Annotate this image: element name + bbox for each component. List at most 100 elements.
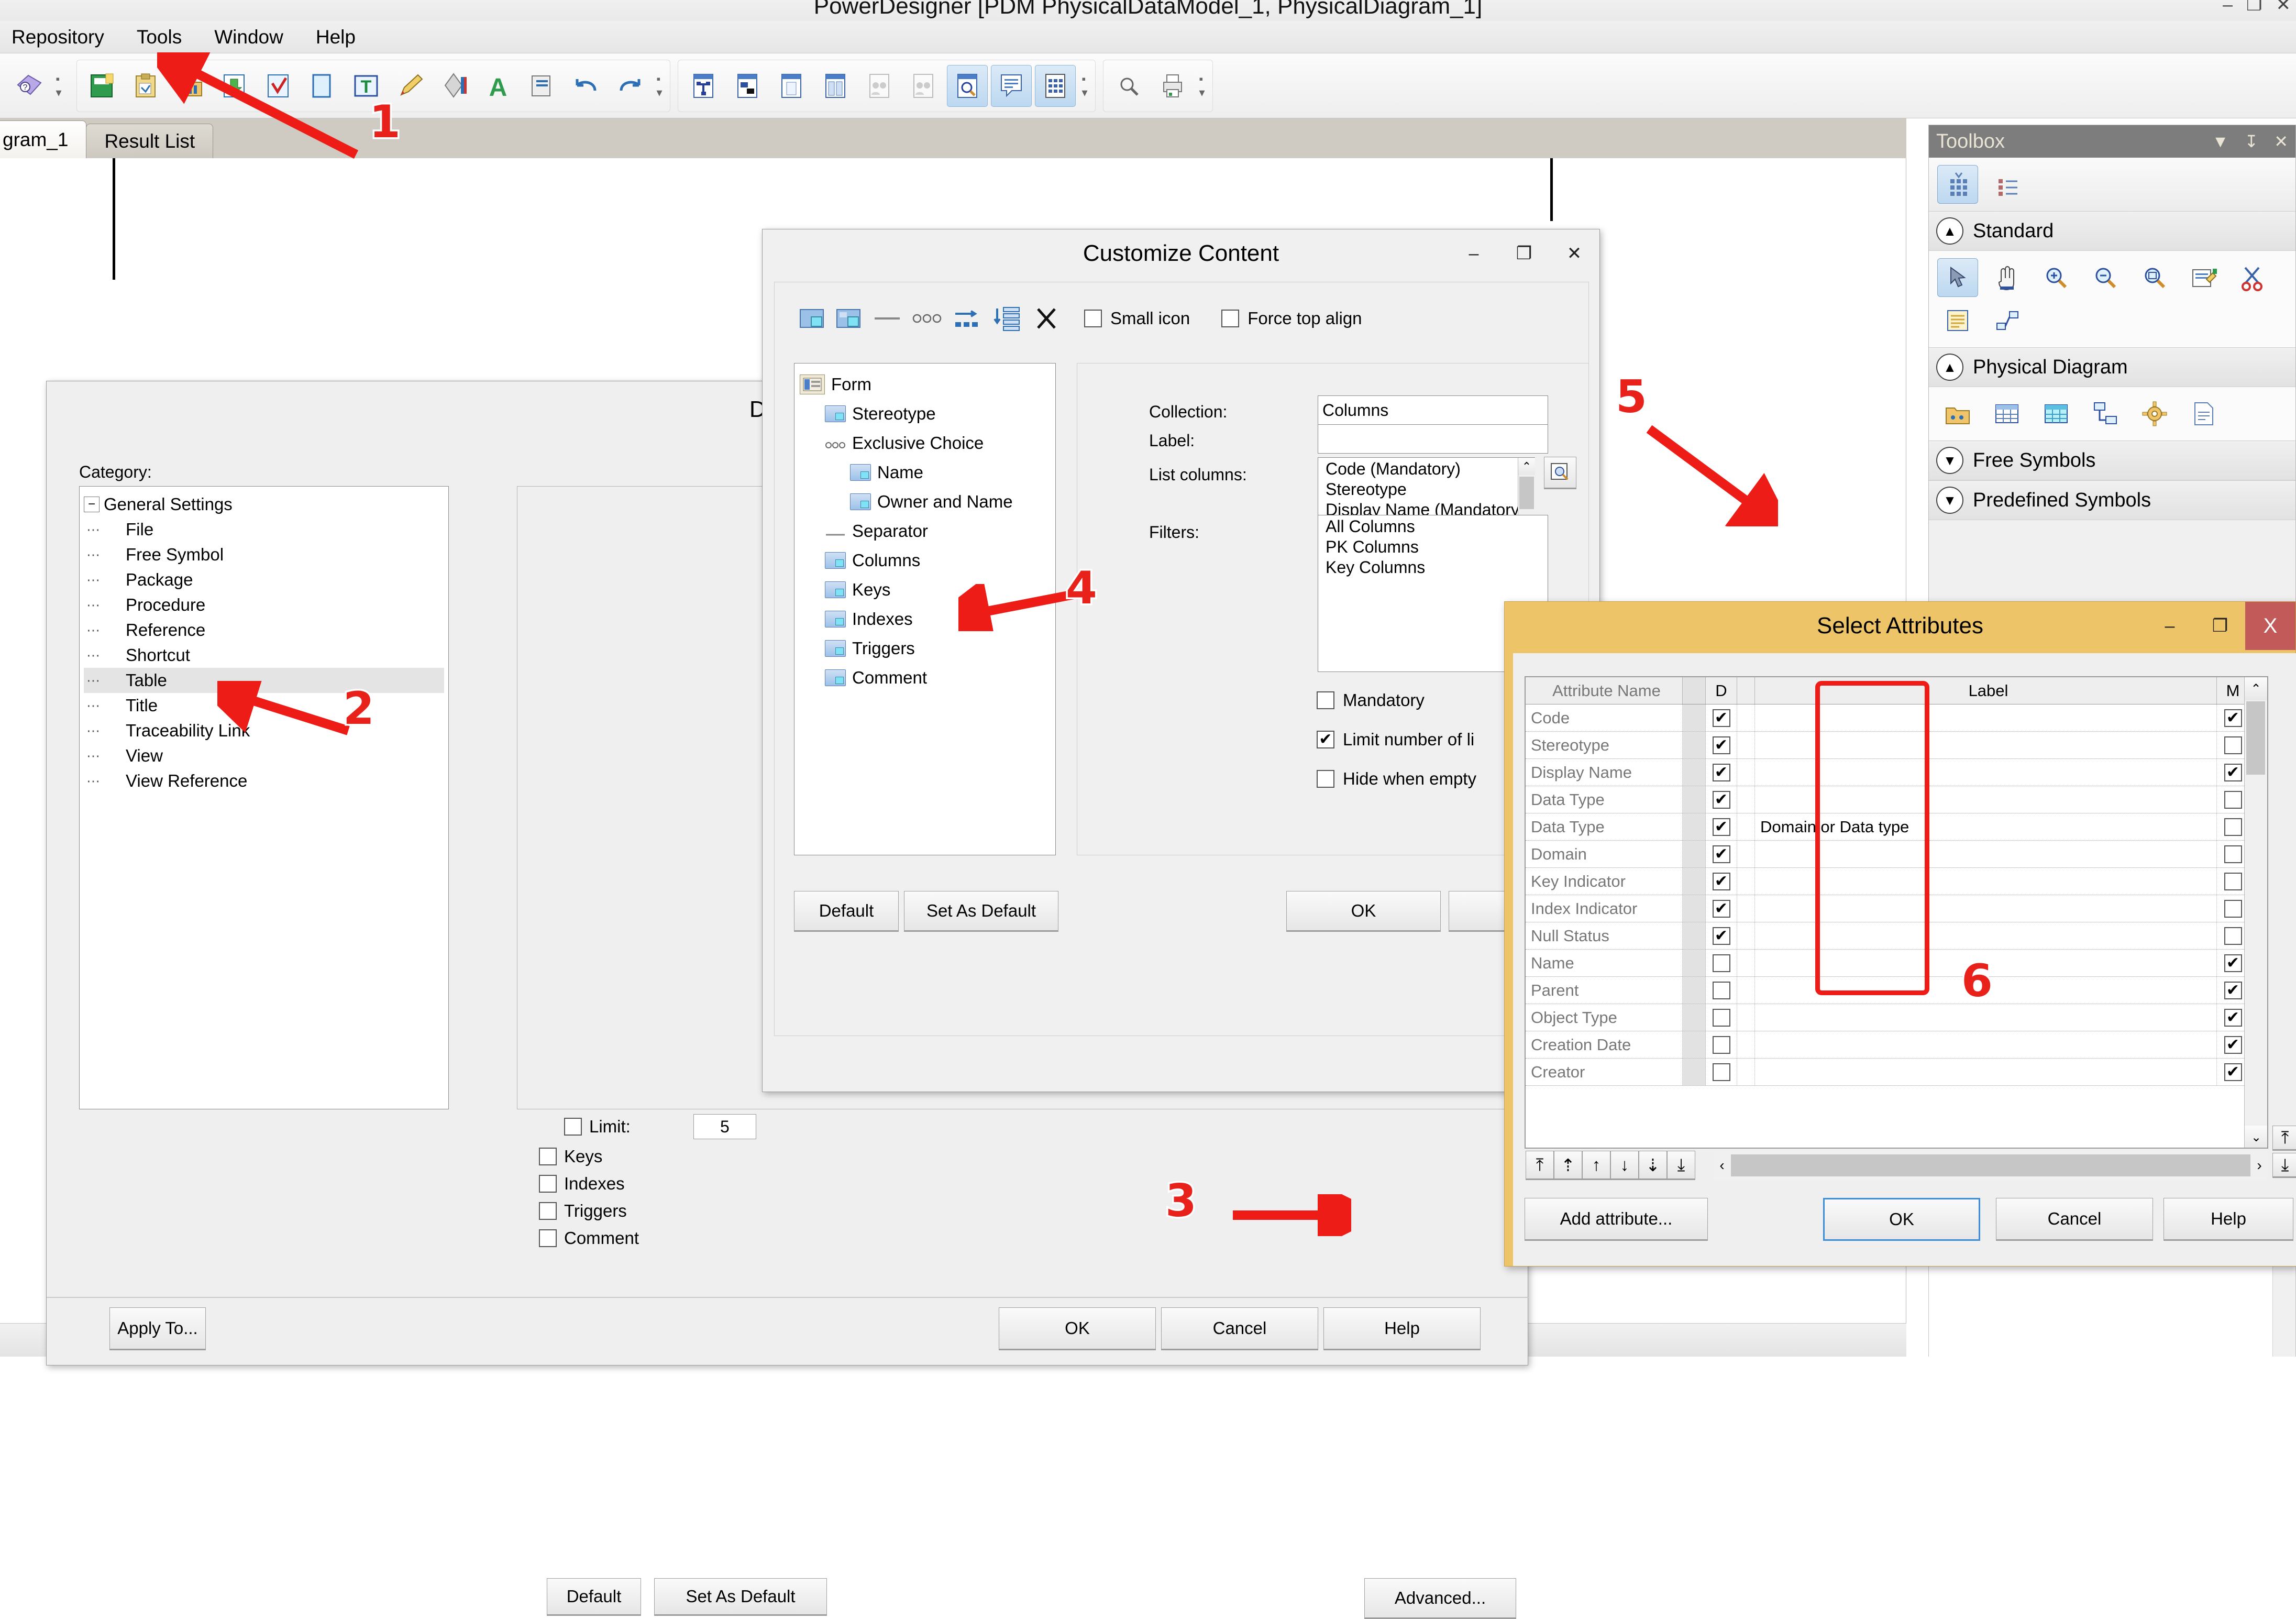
pointer-icon[interactable]	[1937, 258, 1978, 297]
triggers-row[interactable]: Triggers	[539, 1201, 1513, 1221]
toolbar-overflow-4[interactable]: ▪ ▾	[1195, 65, 1209, 107]
print-icon[interactable]	[1152, 65, 1193, 107]
chevron-down-icon[interactable]: ▼	[2212, 132, 2229, 151]
triggers-checkbox[interactable]	[539, 1202, 557, 1220]
close-icon[interactable]: ✕	[1549, 229, 1599, 278]
mandatory-row[interactable]: Mandatory	[1317, 690, 1425, 710]
scissors-icon[interactable]	[2233, 258, 2273, 297]
file-icon[interactable]	[2183, 394, 2224, 433]
promote-icon[interactable]	[947, 304, 987, 333]
split-view-icon[interactable]	[815, 65, 856, 107]
copy-format-icon[interactable]	[522, 65, 562, 107]
toolbar-overflow-3[interactable]: ▪ ▾	[1077, 65, 1092, 107]
tree-node-exclusive-choice[interactable]: Exclusive Choice	[800, 428, 1050, 458]
label-cell[interactable]	[1755, 1059, 2217, 1085]
checkbox[interactable]	[1712, 818, 1730, 836]
key-columns-radio[interactable]	[564, 1088, 582, 1106]
checkbox[interactable]	[1712, 872, 1730, 890]
close-icon[interactable]: ✕	[2274, 131, 2288, 151]
minimize-icon[interactable]: –	[2223, 0, 2233, 14]
tab-content[interactable]: Content	[518, 908, 627, 939]
display-checkbox[interactable]	[1706, 895, 1737, 922]
tree-node-columns[interactable]: Columns	[800, 546, 1050, 575]
model-icon[interactable]: ?	[9, 65, 50, 107]
checkbox[interactable]	[2224, 818, 2242, 836]
checkbox[interactable]	[1712, 709, 1730, 727]
sa-cancel-button[interactable]: Cancel	[1996, 1198, 2153, 1241]
scroll-up-icon[interactable]: ⌃	[2245, 677, 2267, 700]
display-set-as-default-button[interactable]: Set As Default	[654, 1578, 827, 1616]
tree-node-stereotype[interactable]: Stereotype	[800, 399, 1050, 428]
display-help-button[interactable]: Help	[1323, 1307, 1481, 1350]
move-bottom-icon[interactable]: ⤓	[1667, 1151, 1695, 1180]
keys-checkbox[interactable]	[539, 1148, 557, 1165]
cc-ok-button[interactable]: OK	[1286, 891, 1441, 932]
tree-node-name[interactable]: Name	[800, 458, 1050, 487]
preview-icon[interactable]	[1108, 65, 1149, 107]
cc-default-button[interactable]: Default	[794, 891, 899, 932]
pan-hand-icon[interactable]	[1986, 258, 2027, 297]
user-gray2-icon[interactable]	[903, 65, 944, 107]
checkbox[interactable]	[2224, 1063, 2242, 1081]
limit-input[interactable]: 5	[693, 1114, 756, 1139]
tree-node-package[interactable]: ⋯ Package	[84, 567, 444, 592]
display-checkbox[interactable]	[1706, 732, 1737, 758]
checkbox[interactable]	[1712, 845, 1730, 863]
grid-bottom-button[interactable]: ⤓	[2272, 1153, 2296, 1178]
zoom-out-icon[interactable]	[2085, 258, 2126, 297]
scrollbar-thumb[interactable]	[2246, 701, 2265, 775]
checkbox[interactable]	[1712, 790, 1730, 809]
indexes-checkbox[interactable]	[539, 1175, 557, 1193]
tab-physical-diagram[interactable]: gram_1	[0, 120, 87, 158]
minimize-icon[interactable]: –	[1449, 229, 1499, 278]
menu-item-window[interactable]: Window	[210, 24, 288, 50]
maximize-icon[interactable]: ❐	[2246, 0, 2262, 14]
keys-row[interactable]: Keys	[539, 1147, 1513, 1166]
checkbox[interactable]	[2224, 763, 2242, 781]
reference-icon[interactable]	[2085, 394, 2126, 433]
small-icon-checkbox[interactable]	[1084, 310, 1102, 327]
display-checkbox[interactable]	[1706, 786, 1737, 813]
move-top-icon[interactable]: ⤒	[1526, 1151, 1554, 1180]
pin-icon[interactable]: ↧	[2244, 131, 2258, 151]
checkbox[interactable]	[2224, 1036, 2242, 1054]
display-checkbox[interactable]	[1706, 977, 1737, 1004]
grid-icon[interactable]	[1035, 64, 1076, 107]
checkbox[interactable]	[1712, 981, 1730, 999]
checkbox[interactable]	[1712, 736, 1730, 754]
tree-node-general-settings[interactable]: − General Settings	[84, 492, 444, 517]
checkbox[interactable]	[2224, 872, 2242, 890]
link-icon[interactable]	[1986, 301, 2027, 340]
collapse-icon[interactable]: −	[84, 497, 100, 512]
package-icon[interactable]	[1937, 394, 1978, 433]
table-row[interactable]: Creator	[1526, 1059, 2267, 1086]
checkbox[interactable]	[2224, 981, 2242, 999]
attribute-grid-hscrollbar[interactable]: ‹ ›	[1713, 1151, 2268, 1180]
move-page-up-icon[interactable]: ⇡	[1554, 1151, 1582, 1180]
tree-node-form[interactable]: Form	[800, 370, 1050, 399]
checkbox[interactable]	[1712, 1063, 1730, 1081]
window-controls[interactable]: – ❐ ✕	[2223, 0, 2291, 14]
limit-number-checkbox[interactable]	[1317, 731, 1334, 748]
toolbox-section-free-symbols[interactable]: ▼ Free Symbols	[1929, 440, 2295, 480]
redo-icon[interactable]	[610, 65, 650, 107]
checkbox[interactable]	[2224, 954, 2242, 972]
view-icon[interactable]	[2036, 394, 2077, 433]
display-checkbox[interactable]	[1706, 868, 1737, 895]
list-item[interactable]: Key Columns	[1321, 557, 1544, 578]
scroll-up-icon[interactable]: ⌃	[1518, 458, 1535, 475]
tree-node-comment[interactable]: Comment	[800, 663, 1050, 692]
scroll-left-icon[interactable]: ‹	[1713, 1157, 1731, 1174]
add-attribute-icon[interactable]	[794, 304, 831, 333]
category-tree[interactable]: − General Settings ⋯ File ⋯ Free Symbol ⋯ P…	[79, 486, 449, 1109]
small-icon-row[interactable]: Small icon	[1084, 309, 1190, 328]
list-layout-icon[interactable]	[1986, 165, 2027, 204]
checkbox[interactable]	[1712, 763, 1730, 781]
display-checkbox[interactable]	[1706, 813, 1737, 840]
checkbox[interactable]	[2224, 790, 2242, 809]
table-row[interactable]: Creation Date	[1526, 1031, 2267, 1059]
comment-icon[interactable]	[991, 64, 1032, 107]
checkbox[interactable]	[1712, 927, 1730, 945]
display-default-button[interactable]: Default	[547, 1578, 641, 1616]
menu-item-help[interactable]: Help	[312, 24, 360, 50]
